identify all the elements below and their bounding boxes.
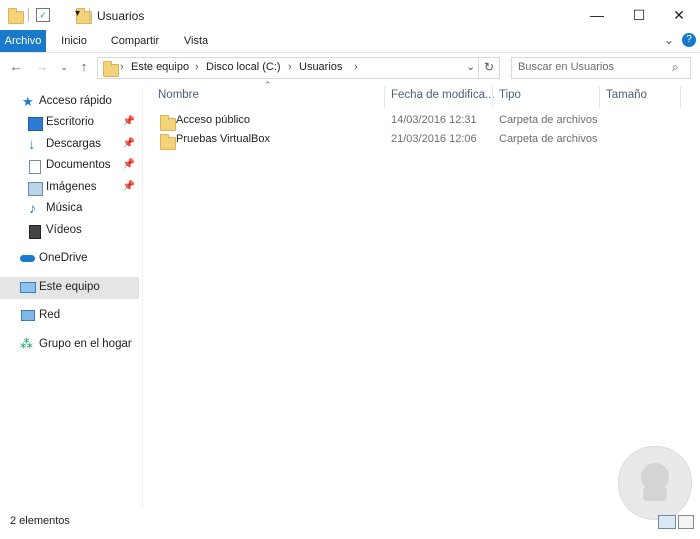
column-nombre[interactable]: Nombre bbox=[158, 89, 199, 101]
search-icon[interactable]: ⌕ bbox=[672, 60, 679, 75]
nav-onedrive[interactable]: OneDrive bbox=[0, 248, 139, 270]
address-bar[interactable]: › Este equipo › Disco local (C:) › Usuar… bbox=[97, 57, 500, 79]
column-divider[interactable] bbox=[599, 86, 600, 108]
column-tipo[interactable]: Tipo bbox=[499, 89, 521, 101]
desktop-icon bbox=[28, 117, 43, 131]
divider bbox=[89, 8, 90, 22]
search-input[interactable]: Buscar en Usuarios bbox=[518, 61, 614, 73]
file-row[interactable]: Acceso público 14/03/2016 12:31 Carpeta … bbox=[150, 112, 600, 131]
column-headers: ⌃ Nombre Fecha de modifica... Tipo Tamañ… bbox=[150, 80, 695, 108]
folder-icon bbox=[160, 134, 176, 150]
folder-icon bbox=[160, 115, 176, 131]
pin-icon[interactable]: 📌 bbox=[123, 181, 135, 192]
title-bar: ✓ ▾ Usuarios — ☐ ✕ bbox=[0, 0, 700, 30]
tab-compartir[interactable]: Compartir bbox=[104, 30, 166, 52]
details-view-icon[interactable] bbox=[658, 515, 676, 529]
logo-icon bbox=[641, 463, 669, 501]
breadcrumb-separator: › bbox=[354, 61, 358, 73]
download-icon: ↓ bbox=[28, 136, 36, 153]
nav-label: Acceso rápido bbox=[39, 95, 112, 107]
nav-label: Documentos bbox=[46, 159, 111, 171]
file-date: 14/03/2016 12:31 bbox=[391, 114, 477, 126]
recent-locations-icon[interactable]: ⌄ bbox=[55, 58, 73, 76]
forward-icon[interactable]: → bbox=[33, 58, 51, 76]
refresh-icon[interactable]: ↻ bbox=[484, 60, 494, 74]
up-icon[interactable]: ↑ bbox=[75, 58, 93, 76]
nav-label: Música bbox=[46, 202, 83, 214]
pin-icon[interactable]: 📌 bbox=[123, 159, 135, 170]
pictures-icon bbox=[28, 182, 43, 196]
nav-label: Imágenes bbox=[46, 181, 97, 193]
nav-label: Vídeos bbox=[46, 224, 82, 236]
nav-descargas[interactable]: ↓ Descargas 📌 bbox=[0, 134, 139, 156]
tab-inicio[interactable]: Inicio bbox=[52, 30, 96, 52]
ribbon: Archivo Inicio Compartir Vista ⌄ ? bbox=[0, 30, 700, 53]
column-tamano[interactable]: Tamaño bbox=[606, 89, 647, 101]
folder-icon bbox=[103, 61, 119, 77]
cloud-icon bbox=[20, 255, 35, 262]
window-title: Usuarios bbox=[97, 9, 145, 23]
search-box[interactable]: Buscar en Usuarios ⌕ bbox=[511, 57, 691, 79]
breadcrumb-separator: › bbox=[195, 61, 199, 73]
back-icon[interactable]: ← bbox=[7, 58, 25, 76]
divider bbox=[478, 58, 479, 78]
nav-label: OneDrive bbox=[39, 252, 88, 264]
nav-quick-access[interactable]: ★ Acceso rápido bbox=[0, 91, 139, 113]
nav-escritorio[interactable]: Escritorio 📌 bbox=[0, 112, 139, 134]
breadcrumb-disco-local[interactable]: Disco local (C:) bbox=[206, 61, 281, 73]
customize-toolbar-icon[interactable]: ▾ bbox=[75, 8, 80, 19]
nav-imagenes[interactable]: Imágenes 📌 bbox=[0, 177, 139, 199]
nav-label: Escritorio bbox=[46, 116, 94, 128]
status-item-count: 2 elementos bbox=[10, 515, 70, 527]
column-divider[interactable] bbox=[384, 86, 385, 108]
navigation-pane: ★ Acceso rápido Escritorio 📌 ↓ Descargas… bbox=[0, 88, 143, 508]
breadcrumb-separator: › bbox=[120, 61, 124, 73]
close-button[interactable]: ✕ bbox=[656, 0, 700, 30]
expand-ribbon-icon[interactable]: ⌄ bbox=[664, 33, 674, 47]
nav-label: Red bbox=[39, 309, 61, 321]
properties-icon[interactable]: ✓ bbox=[36, 8, 50, 22]
nav-musica[interactable]: ♪ Música bbox=[0, 198, 139, 220]
file-type: Carpeta de archivos bbox=[499, 114, 598, 126]
file-name: Pruebas VirtualBox bbox=[176, 133, 270, 145]
video-icon bbox=[29, 225, 41, 239]
nav-grupo-hogar[interactable]: ⁂ Grupo en el hogar bbox=[0, 334, 139, 356]
tab-vista[interactable]: Vista bbox=[174, 30, 218, 52]
homegroup-icon: ⁂ bbox=[20, 336, 33, 351]
nav-label: Este equipo bbox=[39, 281, 100, 293]
star-icon: ★ bbox=[22, 94, 34, 109]
pin-icon[interactable]: 📌 bbox=[123, 138, 135, 149]
nav-label: Grupo en el hogar bbox=[39, 338, 132, 350]
music-icon: ♪ bbox=[29, 200, 36, 216]
large-icons-view-icon[interactable] bbox=[678, 515, 694, 529]
nav-videos[interactable]: Vídeos bbox=[0, 220, 139, 242]
file-name: Acceso público bbox=[176, 114, 250, 126]
nav-documentos[interactable]: Documentos 📌 bbox=[0, 155, 139, 177]
computer-icon bbox=[20, 282, 36, 293]
document-icon bbox=[29, 160, 41, 174]
divider bbox=[28, 8, 29, 22]
network-icon bbox=[21, 310, 35, 321]
minimize-button[interactable]: — bbox=[574, 0, 620, 30]
nav-este-equipo[interactable]: Este equipo bbox=[0, 277, 139, 299]
address-dropdown-icon[interactable]: ⌄ bbox=[466, 60, 475, 73]
watermark-logo bbox=[618, 446, 692, 520]
help-icon[interactable]: ? bbox=[682, 33, 696, 47]
breadcrumb-este-equipo[interactable]: Este equipo bbox=[131, 61, 189, 73]
sort-ascending-icon: ⌃ bbox=[264, 80, 272, 90]
file-date: 21/03/2016 12:06 bbox=[391, 133, 477, 145]
folder-icon bbox=[8, 8, 24, 24]
pin-icon[interactable]: 📌 bbox=[123, 116, 135, 127]
breadcrumb-separator: › bbox=[288, 61, 292, 73]
nav-label: Descargas bbox=[46, 138, 101, 150]
file-type: Carpeta de archivos bbox=[499, 133, 598, 145]
column-divider[interactable] bbox=[492, 86, 493, 108]
column-divider[interactable] bbox=[680, 86, 681, 108]
tab-archivo[interactable]: Archivo bbox=[0, 30, 46, 52]
nav-red[interactable]: Red bbox=[0, 305, 139, 327]
file-row[interactable]: Pruebas VirtualBox 21/03/2016 12:06 Carp… bbox=[150, 131, 600, 150]
breadcrumb-usuarios[interactable]: Usuarios bbox=[299, 61, 342, 73]
column-fecha[interactable]: Fecha de modifica... bbox=[391, 89, 495, 101]
